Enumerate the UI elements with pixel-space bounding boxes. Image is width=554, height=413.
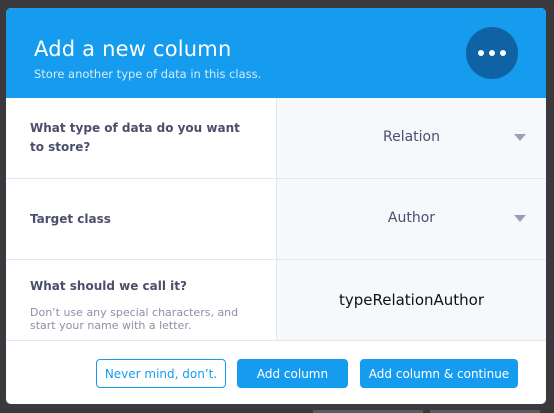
field-row-data-type: What type of data do you want to store? … [6, 98, 546, 179]
data-type-selected-value: Relation [383, 129, 440, 145]
column-name-cell [277, 260, 546, 340]
column-name-input[interactable] [277, 288, 546, 312]
field-row-target-class: Target class Author [6, 179, 546, 260]
add-column-button[interactable]: Add column [237, 359, 348, 388]
more-options-button[interactable] [466, 27, 518, 79]
add-column-dialog: Add a new column Store another type of d… [6, 8, 546, 404]
chevron-down-icon [514, 215, 526, 222]
field-row-column-name: What should we call it? Don’t use any sp… [6, 260, 546, 341]
dialog-header: Add a new column Store another type of d… [6, 8, 546, 98]
field-label-cell: What should we call it? Don’t use any sp… [6, 260, 277, 340]
cancel-button[interactable]: Never mind, don’t. [96, 359, 226, 388]
dialog-title: Add a new column [34, 37, 232, 61]
field-description-column-name: Don’t use any special characters, and st… [30, 306, 239, 332]
target-class-selected-value: Author [387, 210, 436, 226]
field-label-target-class: Target class [30, 212, 111, 226]
chevron-down-icon [514, 134, 526, 141]
dialog-subtitle: Store another type of data in this class… [34, 67, 262, 81]
dialog-footer: Never mind, don’t. Add column Add column… [6, 341, 546, 404]
field-label-column-name: What should we call it? [30, 279, 187, 293]
add-column-continue-button[interactable]: Add column & continue [360, 359, 518, 388]
field-label-cell: What type of data do you want to store? [6, 98, 277, 178]
data-type-dropdown[interactable]: Relation [277, 98, 546, 178]
target-class-dropdown[interactable]: Author [277, 179, 546, 259]
field-label-data-type: What type of data do you want to store? [30, 121, 240, 154]
field-label-cell: Target class [6, 179, 277, 259]
